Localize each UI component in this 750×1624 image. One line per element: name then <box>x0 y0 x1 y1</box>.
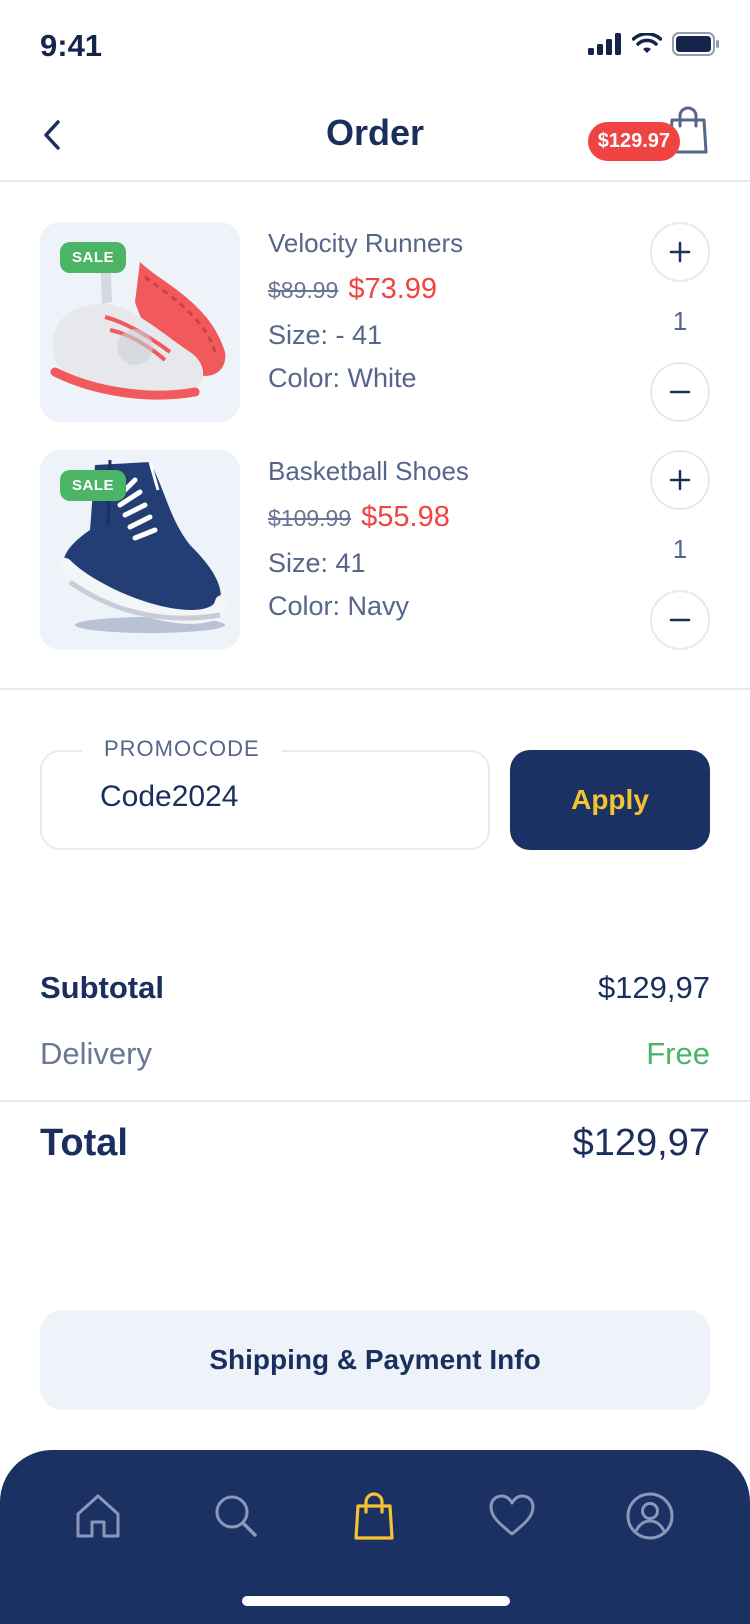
status-time: 9:41 <box>40 28 103 63</box>
increase-quantity-button[interactable] <box>650 450 710 510</box>
minus-icon <box>669 618 691 622</box>
tab-profile[interactable] <box>620 1486 680 1546</box>
increase-quantity-button[interactable] <box>650 222 710 282</box>
total-row: Total $129,97 <box>40 1122 710 1165</box>
tab-favorites[interactable] <box>482 1486 542 1546</box>
product-info: Basketball Shoes $109.99 $55.98 Size: 41… <box>268 450 608 622</box>
status-icons <box>588 32 720 56</box>
tab-bar <box>0 1450 750 1624</box>
quantity-stepper: 1 <box>650 222 710 422</box>
apply-button[interactable]: Apply <box>510 750 710 850</box>
header: Order $129.97 <box>0 90 750 182</box>
subtotal-row: Subtotal $129,97 <box>40 970 710 1006</box>
promocode-field[interactable]: PROMOCODE <box>40 736 490 850</box>
old-price: $109.99 <box>268 505 352 531</box>
divider <box>0 1100 750 1102</box>
promocode-input[interactable] <box>100 780 460 814</box>
product-color: Color: Navy <box>268 591 410 621</box>
price-row: $109.99 $55.98 <box>268 501 608 534</box>
divider <box>0 688 750 690</box>
delivery-value: Free <box>646 1036 710 1071</box>
signal-icon <box>588 33 621 55</box>
product-name: Basketball Shoes <box>268 456 469 486</box>
tab-search[interactable] <box>206 1486 266 1546</box>
heart-icon <box>489 1494 535 1536</box>
search-icon <box>215 1495 257 1537</box>
product-info: Velocity Runners $89.99 $73.99 Size: - 4… <box>268 222 608 394</box>
sale-badge: SALE <box>60 242 127 273</box>
wifi-icon <box>632 33 662 53</box>
price-row: $89.99 $73.99 <box>268 273 608 306</box>
plus-icon <box>669 469 691 491</box>
product-color: Color: White <box>268 363 417 393</box>
cart-total-badge: $129.97 <box>587 122 680 161</box>
tab-cart[interactable] <box>344 1486 404 1546</box>
subtotal-label: Subtotal <box>40 970 164 1005</box>
old-price: $89.99 <box>268 277 339 303</box>
shopping-bag-icon <box>354 1492 394 1540</box>
sale-price: $55.98 <box>361 501 450 533</box>
battery-icon <box>672 32 719 56</box>
quantity-value: 1 <box>672 306 688 336</box>
product-image[interactable]: SALE <box>40 222 240 422</box>
home-indicator <box>242 1596 510 1606</box>
sale-price: $73.99 <box>348 273 438 305</box>
product-size: Size: - 41 <box>268 320 383 350</box>
subtotal-value: $129,97 <box>597 970 710 1005</box>
shipping-payment-button[interactable]: Shipping & Payment Info <box>40 1310 710 1410</box>
home-icon <box>76 1494 120 1538</box>
delivery-label: Delivery <box>40 1036 152 1071</box>
promocode-label: PROMOCODE <box>82 736 282 762</box>
minus-icon <box>669 390 691 394</box>
product-image[interactable]: SALE <box>40 450 240 650</box>
tab-home[interactable] <box>68 1486 128 1546</box>
quantity-stepper: 1 <box>650 450 710 650</box>
delivery-row: Delivery Free <box>40 1036 710 1072</box>
status-bar: 9:41 <box>0 0 750 90</box>
quantity-value: 1 <box>672 534 688 564</box>
decrease-quantity-button[interactable] <box>650 590 710 650</box>
total-value: $129,97 <box>572 1122 710 1164</box>
plus-icon <box>669 241 691 263</box>
sale-badge: SALE <box>60 470 127 501</box>
product-name: Velocity Runners <box>268 228 464 258</box>
total-label: Total <box>40 1122 128 1164</box>
decrease-quantity-button[interactable] <box>650 362 710 422</box>
cart-item: SALE Basketball Shoes $109.99 $55.98 Siz… <box>40 450 710 650</box>
cart-item: SALE Velocity Runners $89.99 $73.99 Size… <box>40 222 710 422</box>
profile-icon <box>626 1492 674 1540</box>
product-size: Size: 41 <box>268 548 366 578</box>
